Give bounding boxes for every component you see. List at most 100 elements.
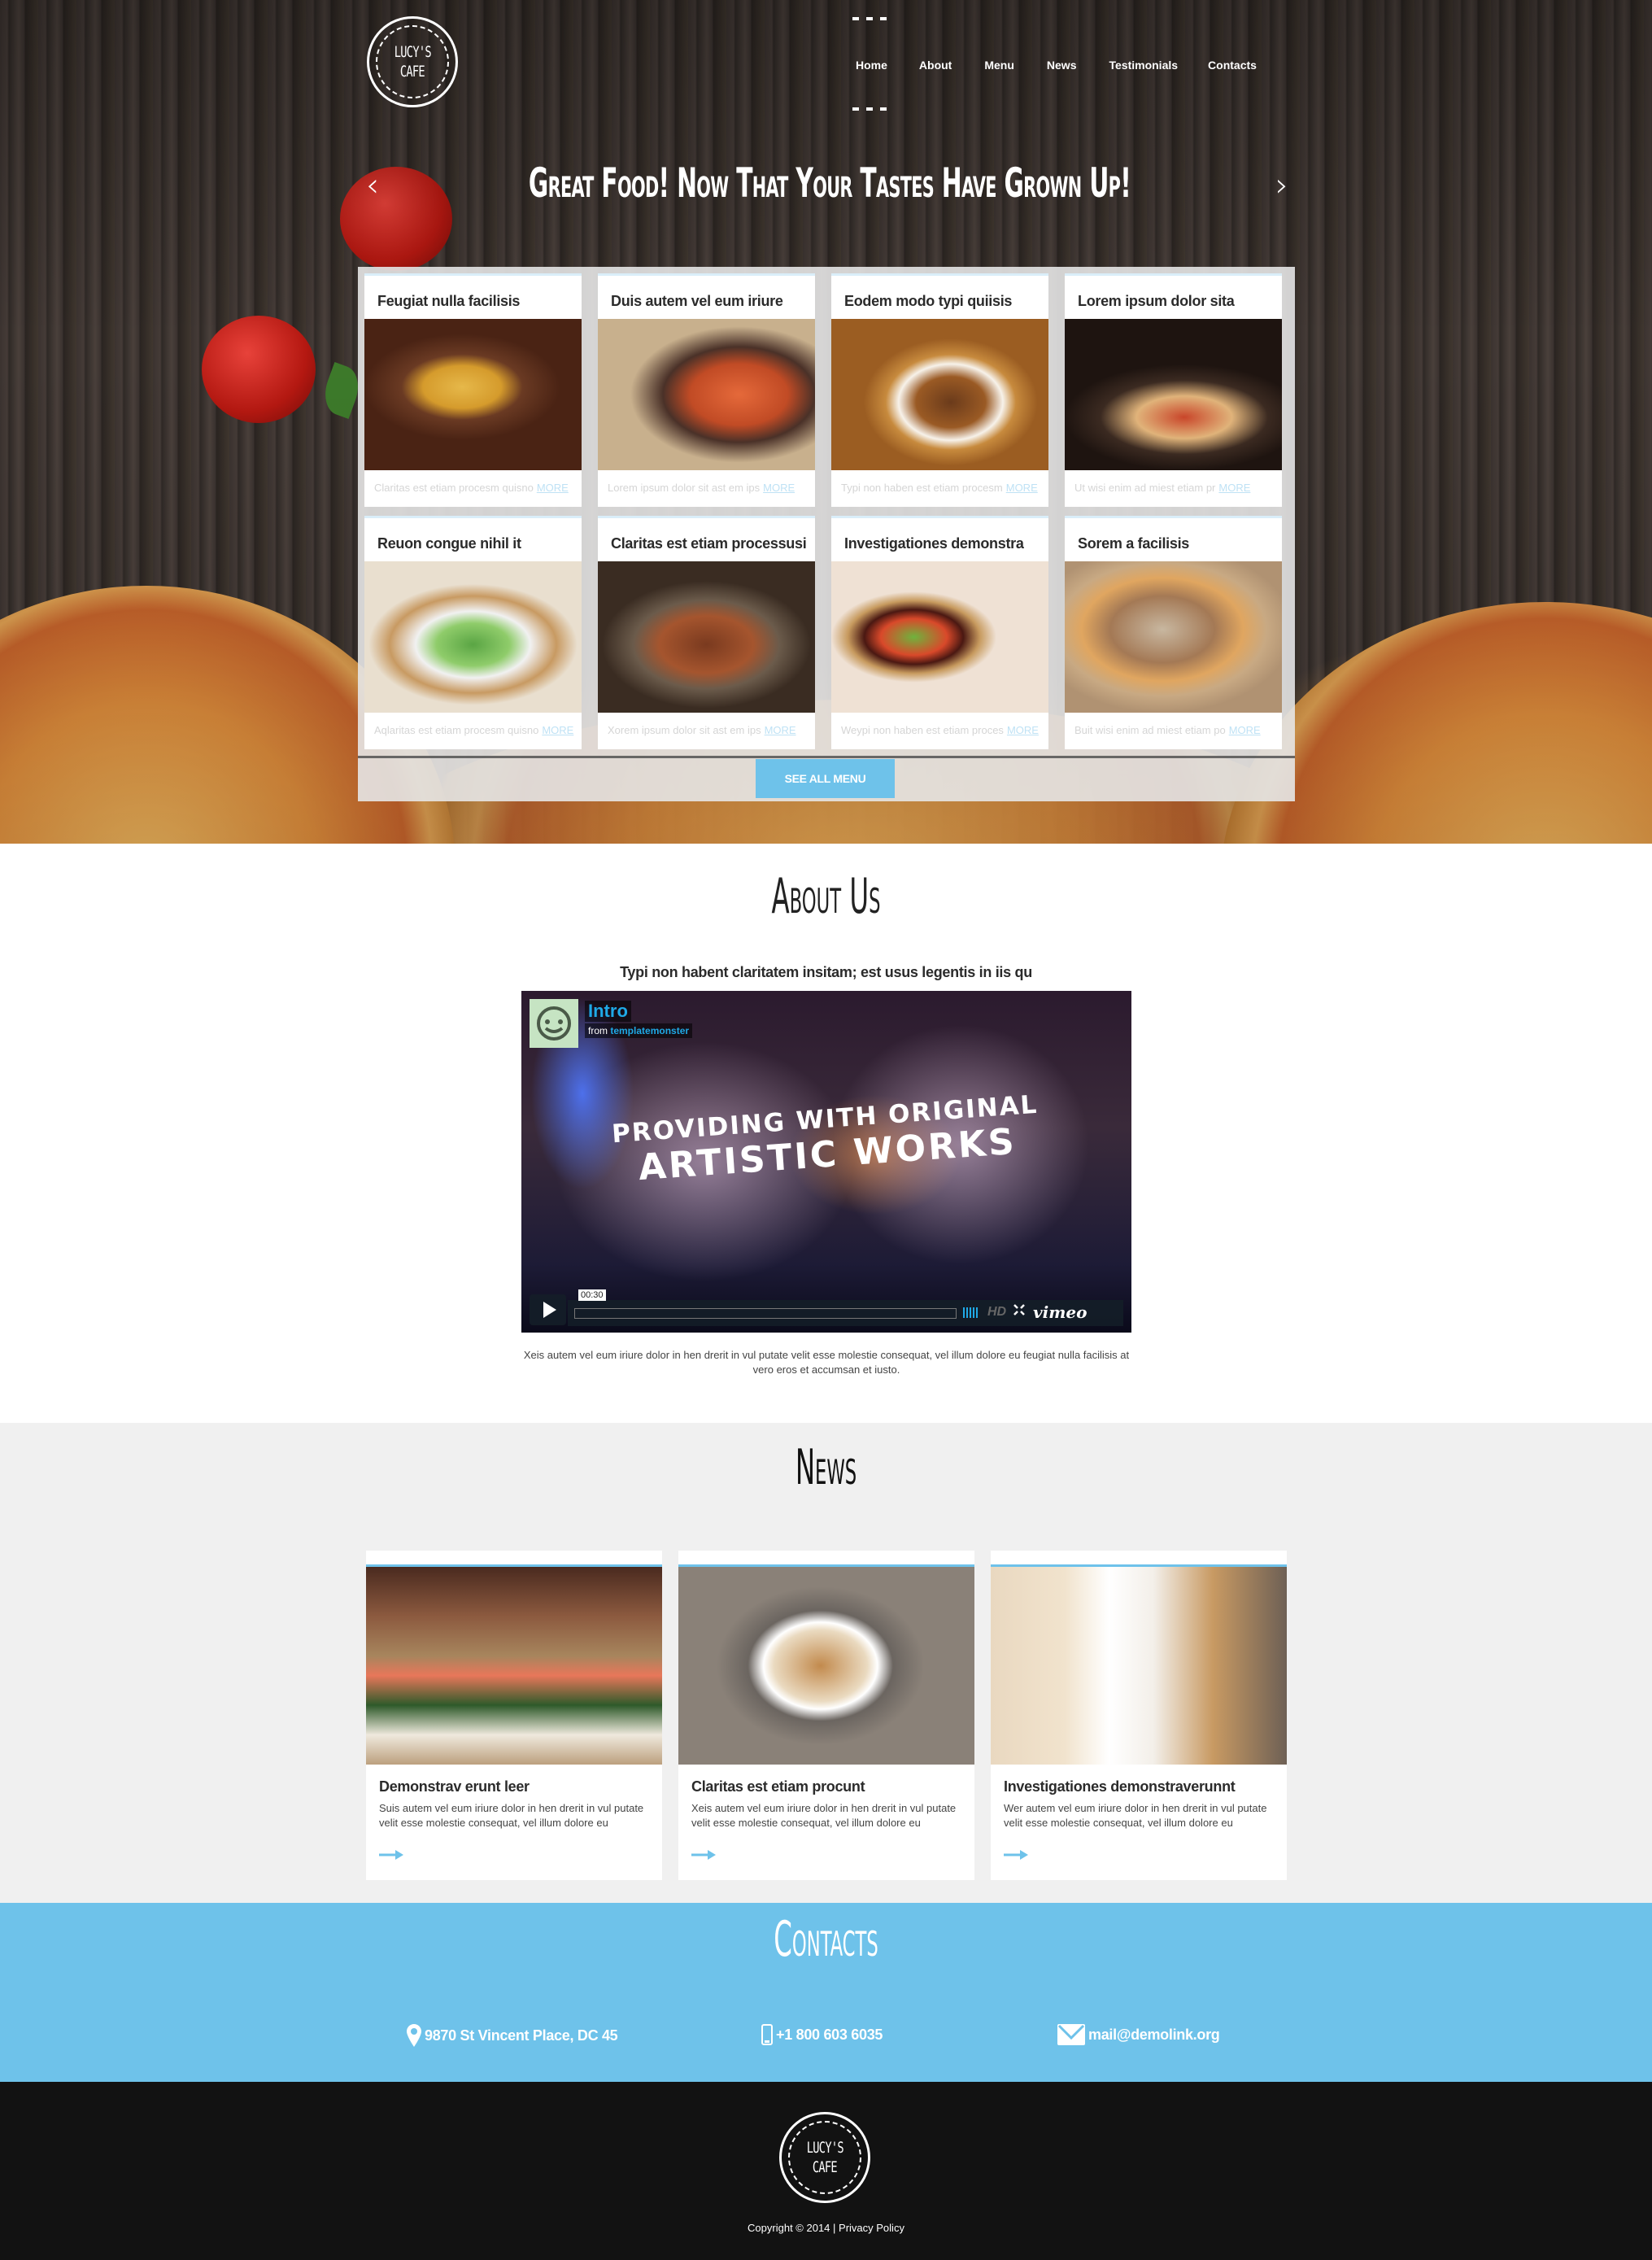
menu-card-title: Eodem modo typi quiisis bbox=[844, 293, 1013, 309]
chevron-right-icon[interactable]: › bbox=[1275, 169, 1288, 202]
contact-phone-text[interactable]: +1 800 603 6035 bbox=[776, 2027, 883, 2044]
nav-item-menu[interactable]: Menu bbox=[984, 49, 1014, 81]
news-card-photo[interactable] bbox=[678, 1567, 974, 1765]
news-card[interactable]: Investigationes demonstraverunnt Wer aut… bbox=[991, 1551, 1287, 1880]
video-player[interactable]: Intro from templatemonster PROVIDING WIT… bbox=[521, 991, 1131, 1333]
menu-card-photo[interactable] bbox=[1065, 561, 1282, 713]
menu-card-text: Xorem ipsum dolor sit ast em ips bbox=[608, 724, 761, 736]
menu-board: Feugiat nulla facilisis Claritas est eti… bbox=[358, 267, 1295, 801]
menu-card-photo[interactable] bbox=[1065, 319, 1282, 470]
more-link[interactable]: MORE bbox=[765, 724, 796, 736]
menu-card[interactable]: Eodem modo typi quiisis Typi non haben e… bbox=[831, 273, 1048, 507]
menu-card-text: Buit wisi enim ad miest etiam po bbox=[1074, 724, 1226, 736]
menu-card[interactable]: Reuon congue nihil it Aqlaritas est etia… bbox=[364, 516, 582, 749]
menu-card-photo[interactable] bbox=[364, 561, 582, 713]
menu-card-title: Duis autem vel eum iriure bbox=[611, 293, 783, 309]
privacy-policy-link[interactable]: Privacy Policy bbox=[839, 2222, 904, 2234]
contact-address: 9870 St Vincent Place, DC 45 bbox=[407, 2024, 618, 2047]
news-card[interactable]: Demonstrav erunt leer Suis autem vel eum… bbox=[366, 1551, 662, 1880]
arrow-right-icon[interactable] bbox=[1004, 1850, 1028, 1860]
news-card-title[interactable]: Investigationes demonstraverunnt bbox=[1004, 1778, 1236, 1795]
menu-card-text: Aqlaritas est etiam procesm quisno bbox=[374, 724, 539, 736]
main-nav: Home About Menu News Testimonials Contac… bbox=[838, 49, 1257, 81]
news-card-text: Wer autem vel eum iriure dolor in hen dr… bbox=[1004, 1802, 1267, 1829]
play-icon[interactable] bbox=[530, 1294, 566, 1325]
more-link[interactable]: MORE bbox=[542, 724, 573, 736]
nav-active-indicator-bottom bbox=[852, 107, 888, 111]
nav-item-home[interactable]: Home bbox=[856, 49, 887, 81]
more-link[interactable]: MORE bbox=[1007, 724, 1039, 736]
nav-item-contacts[interactable]: Contacts bbox=[1208, 49, 1257, 81]
hero-section: Lucy's Cafe Home About Menu News Testimo… bbox=[0, 0, 1652, 844]
logo-line-1: Lucy's bbox=[806, 2139, 843, 2157]
menu-card[interactable]: Investigationes demonstra Weypi non habe… bbox=[831, 516, 1048, 749]
map-pin-icon bbox=[407, 2024, 421, 2047]
site-header: Lucy's Cafe Home About Menu News Testimo… bbox=[0, 0, 1652, 122]
volume-icon[interactable] bbox=[963, 1307, 979, 1318]
menu-card[interactable]: Feugiat nulla facilisis Claritas est eti… bbox=[364, 273, 582, 507]
hero-slogan: Great Food! Now That Your Tastes Have Gr… bbox=[528, 159, 1131, 207]
video-progress-track[interactable] bbox=[574, 1308, 957, 1319]
menu-card-title: Reuon congue nihil it bbox=[377, 535, 521, 552]
hd-toggle[interactable]: HD bbox=[987, 1305, 1006, 1320]
contacts-section: Contacts 9870 St Vincent Place, DC 45 +1… bbox=[0, 1903, 1652, 2082]
logo-line-2: Cafe bbox=[812, 2158, 838, 2176]
news-card-title[interactable]: Claritas est etiam procunt bbox=[691, 1778, 865, 1795]
hero-slider: ‹ Great Food! Now That Your Tastes Have … bbox=[358, 155, 1301, 212]
menu-card-title: Feugiat nulla facilisis bbox=[377, 293, 521, 309]
menu-card-photo[interactable] bbox=[831, 561, 1048, 713]
video-from-label: from bbox=[588, 1025, 608, 1036]
section-title-about: About Us bbox=[771, 868, 881, 925]
menu-card-photo[interactable] bbox=[364, 319, 582, 470]
menu-card-text: Claritas est etiam procesm quisno bbox=[374, 482, 534, 494]
more-link[interactable]: MORE bbox=[1006, 482, 1038, 494]
menu-card-photo[interactable] bbox=[598, 319, 815, 470]
about-description: Xeis autem vel eum iriure dolor in hen d… bbox=[523, 1349, 1130, 1376]
more-link[interactable]: MORE bbox=[1229, 724, 1261, 736]
news-card-title[interactable]: Demonstrav erunt leer bbox=[379, 1778, 530, 1795]
fullscreen-icon[interactable] bbox=[1013, 1304, 1025, 1320]
menu-card[interactable]: Lorem ipsum dolor sita Ut wisi enim ad m… bbox=[1065, 273, 1282, 507]
site-footer: Lucy's Cafe Copyright © 2014 | Privacy P… bbox=[0, 2082, 1652, 2260]
menu-card-title: Sorem a facilisis bbox=[1078, 535, 1189, 552]
news-card[interactable]: Claritas est etiam procunt Xeis autem ve… bbox=[678, 1551, 974, 1880]
video-title[interactable]: Intro bbox=[585, 1001, 631, 1022]
more-link[interactable]: MORE bbox=[1218, 482, 1250, 494]
video-frame-text: PROVIDING WITH ORIGINAL ARTISTIC WORKS bbox=[521, 1084, 1131, 1197]
menu-card[interactable]: Duis autem vel eum iriure Lorem ipsum do… bbox=[598, 273, 815, 507]
news-card-photo[interactable] bbox=[366, 1567, 662, 1765]
arrow-right-icon[interactable] bbox=[691, 1850, 716, 1860]
menu-card-title: Claritas est etiam processusi bbox=[611, 535, 807, 552]
contact-phone[interactable]: +1 800 603 6035 bbox=[761, 2024, 883, 2045]
envelope-icon bbox=[1057, 2024, 1085, 2045]
news-card-text: Suis autem vel eum iriure dolor in hen d… bbox=[379, 1802, 644, 1829]
about-lead: Typi non habent claritatem insitam; est … bbox=[620, 964, 1032, 980]
news-section: News Demonstrav erunt leer Suis autem ve… bbox=[0, 1423, 1652, 1903]
nav-item-news[interactable]: News bbox=[1047, 49, 1077, 81]
menu-card-photo[interactable] bbox=[598, 561, 815, 713]
vimeo-logo[interactable]: vimeo bbox=[1033, 1302, 1087, 1322]
arrow-right-icon[interactable] bbox=[379, 1850, 403, 1860]
about-section: About Us Typi non habent claritatem insi… bbox=[0, 844, 1652, 1423]
news-card-photo[interactable] bbox=[991, 1567, 1287, 1765]
menu-card[interactable]: Sorem a facilisis Buit wisi enim ad mies… bbox=[1065, 516, 1282, 749]
smiley-face-icon bbox=[537, 1006, 571, 1041]
nav-item-testimonials[interactable]: Testimonials bbox=[1109, 49, 1178, 81]
video-author-link[interactable]: templatemonster bbox=[610, 1025, 689, 1036]
contact-email-text[interactable]: mail@demolink.org bbox=[1088, 2027, 1220, 2044]
more-link[interactable]: MORE bbox=[537, 482, 569, 494]
nav-item-about[interactable]: About bbox=[919, 49, 952, 81]
menu-card-text: Lorem ipsum dolor sit ast em ips bbox=[608, 482, 761, 494]
menu-card-photo[interactable] bbox=[831, 319, 1048, 470]
logo-line-2: Cafe bbox=[399, 63, 425, 81]
menu-card[interactable]: Claritas est etiam processusi Xorem ipsu… bbox=[598, 516, 815, 749]
see-all-menu-button[interactable]: SEE ALL MENU bbox=[756, 759, 895, 798]
video-author-avatar[interactable] bbox=[530, 999, 578, 1048]
footer-logo[interactable]: Lucy's Cafe bbox=[779, 2112, 870, 2203]
chevron-left-icon[interactable]: ‹ bbox=[366, 169, 379, 202]
copyright-text: Copyright © 2014 | bbox=[748, 2222, 836, 2234]
menu-grid: Feugiat nulla facilisis Claritas est eti… bbox=[364, 273, 1282, 749]
contact-email[interactable]: mail@demolink.org bbox=[1057, 2024, 1220, 2045]
more-link[interactable]: MORE bbox=[763, 482, 795, 494]
logo[interactable]: Lucy's Cafe bbox=[367, 16, 458, 107]
